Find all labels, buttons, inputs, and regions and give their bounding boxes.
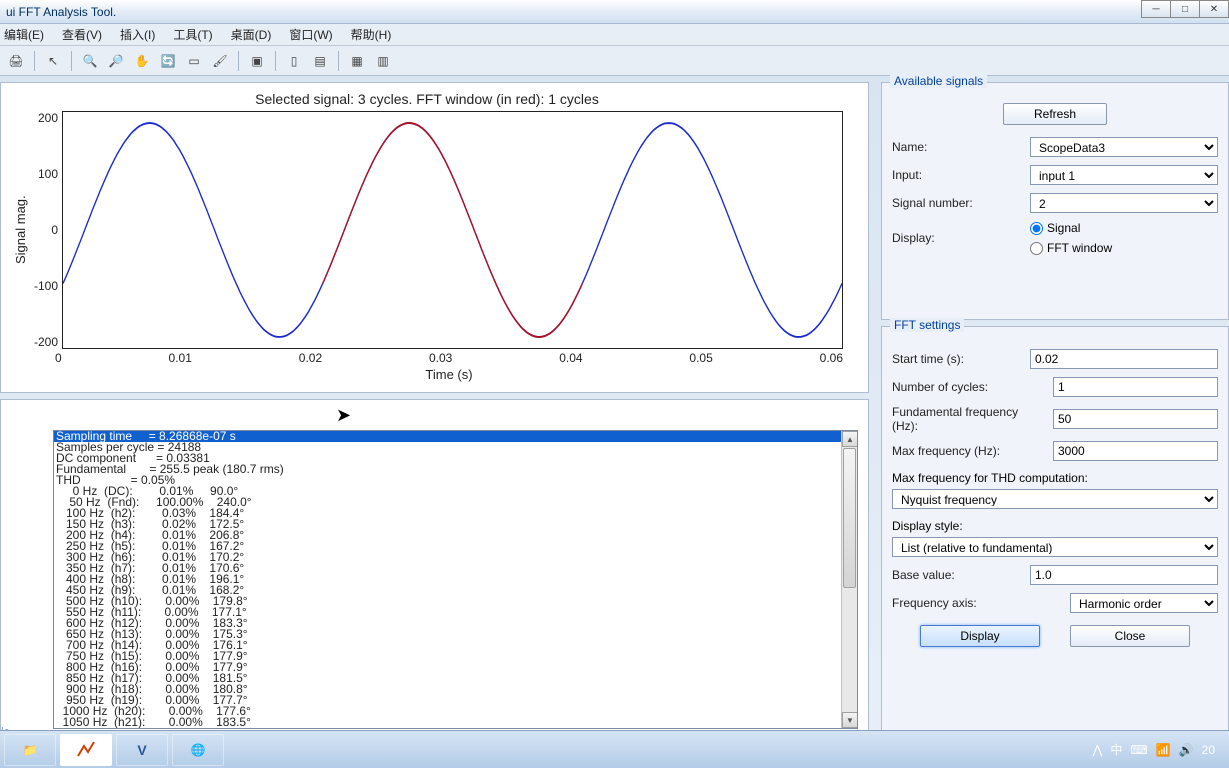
close-button[interactable]: ✕: [1199, 0, 1229, 18]
maxfreq-label: Max frequency (Hz):: [892, 444, 1045, 458]
plot-yticks: 2001000-100-200: [30, 111, 62, 349]
print-icon[interactable]: 🖨: [6, 51, 26, 71]
maxfreq-input[interactable]: [1053, 441, 1218, 461]
fft-result-list[interactable]: Sampling time = 8.26868e-07 s Samples pe…: [53, 430, 858, 729]
tray-volume-icon[interactable]: 🔊: [1179, 743, 1194, 757]
plot-xticks: 00.010.020.030.040.050.06: [55, 349, 843, 367]
tray-expand-icon[interactable]: ⋀: [1093, 743, 1103, 757]
ncycles-input[interactable]: [1053, 377, 1218, 397]
plot-title: Selected signal: 3 cycles. FFT window (i…: [11, 91, 843, 107]
toolbar: 🖨 ↖ 🔍 🔎 ✋ 🔄 ▭ 🖌 ▣ ▯ ▤ ▦ ▥: [0, 46, 1229, 76]
tray-clock[interactable]: 20: [1202, 743, 1215, 757]
style-label: Display style:: [892, 519, 963, 533]
titlebar: ui FFT Analysis Tool. ─ □ ✕: [0, 0, 1229, 24]
base-input[interactable]: [1030, 565, 1218, 585]
pointer-icon[interactable]: ↖: [43, 51, 63, 71]
list-scrollbar[interactable]: ▲ ▼: [841, 431, 857, 728]
scroll-down-icon[interactable]: ▼: [842, 712, 858, 728]
minimize-button[interactable]: ─: [1141, 0, 1171, 18]
taskbar-matlab-icon[interactable]: [60, 734, 112, 766]
start-input[interactable]: [1030, 349, 1218, 369]
link-icon[interactable]: ▣: [247, 51, 267, 71]
plot-area[interactable]: [62, 111, 843, 349]
plot-ylabel: Signal mag.: [11, 111, 30, 349]
ncycles-label: Number of cycles:: [892, 380, 1045, 394]
tray-lang-icon[interactable]: 中: [1110, 741, 1122, 758]
taskbar[interactable]: 📁 V 🌐 ⋀ 中 ⌨ 📶 🔊 20: [0, 730, 1229, 768]
menubar: 编辑(E) 查看(V) 插入(I) 工具(T) 桌面(D) 窗口(W) 帮助(H…: [0, 24, 1229, 46]
name-label: Name:: [892, 140, 1022, 154]
taskbar-ie-icon[interactable]: 🌐: [172, 734, 224, 766]
input-select[interactable]: input 1: [1030, 165, 1218, 185]
radio-fftwindow[interactable]: [1030, 242, 1043, 255]
taskbar-visio-icon[interactable]: V: [116, 734, 168, 766]
system-tray[interactable]: ⋀ 中 ⌨ 📶 🔊 20: [1093, 741, 1225, 758]
maxthd-select[interactable]: Nyquist frequency: [892, 489, 1218, 509]
tray-wifi-icon[interactable]: 📶: [1156, 743, 1171, 757]
legend-icon[interactable]: ▤: [310, 51, 330, 71]
colorbar-icon[interactable]: ▯: [284, 51, 304, 71]
display-button[interactable]: Display: [920, 625, 1040, 647]
menu-window[interactable]: 窗口(W): [289, 26, 332, 43]
fund-input[interactable]: [1053, 409, 1218, 429]
base-label: Base value:: [892, 568, 1022, 582]
menu-desktop[interactable]: 桌面(D): [231, 26, 272, 43]
plot-xlabel: Time (s): [55, 367, 843, 382]
scroll-thumb[interactable]: [843, 448, 856, 588]
freqaxis-label: Frequency axis:: [892, 596, 1062, 610]
layout-icon[interactable]: ▥: [373, 51, 393, 71]
menu-tools[interactable]: 工具(T): [173, 26, 212, 43]
freqaxis-select[interactable]: Harmonic order: [1070, 593, 1218, 613]
menu-help[interactable]: 帮助(H): [351, 26, 392, 43]
input-label: Input:: [892, 168, 1022, 182]
fft-settings-group: FFT settings Start time (s): Number of c…: [881, 326, 1229, 740]
display-label: Display:: [892, 231, 1022, 245]
close-panel-button[interactable]: Close: [1070, 625, 1190, 647]
signum-select[interactable]: 2: [1030, 193, 1218, 213]
radio-signal[interactable]: [1030, 222, 1043, 235]
available-legend: Available signals: [890, 74, 987, 88]
maximize-button[interactable]: □: [1170, 0, 1200, 18]
fund-label: Fundamental frequency (Hz):: [892, 405, 1045, 433]
zoom-out-icon[interactable]: 🔎: [106, 51, 126, 71]
menu-edit[interactable]: 编辑(E): [4, 26, 44, 43]
settings-legend: FFT settings: [890, 318, 964, 332]
refresh-button[interactable]: Refresh: [1003, 103, 1107, 125]
menu-insert[interactable]: 插入(I): [120, 26, 155, 43]
axes-icon[interactable]: ▦: [347, 51, 367, 71]
name-select[interactable]: ScopeData3: [1030, 137, 1218, 157]
signum-label: Signal number:: [892, 196, 1022, 210]
signal-plot-panel: Selected signal: 3 cycles. FFT window (i…: [0, 82, 869, 393]
taskbar-explorer-icon[interactable]: 📁: [4, 734, 56, 766]
zoom-in-icon[interactable]: 🔍: [80, 51, 100, 71]
rotate-icon[interactable]: 🔄: [158, 51, 178, 71]
menu-view[interactable]: 查看(V): [62, 26, 102, 43]
list-row[interactable]: 1050 Hz (h21): 0.00% 183.5°: [54, 717, 857, 728]
datatip-icon[interactable]: ▭: [184, 51, 204, 71]
available-signals-group: Available signals Refresh Name:ScopeData…: [881, 82, 1229, 320]
maxthd-label: Max frequency for THD computation:: [892, 471, 1088, 485]
start-label: Start time (s):: [892, 352, 1022, 366]
pan-icon[interactable]: ✋: [132, 51, 152, 71]
brush-icon[interactable]: 🖌: [210, 51, 230, 71]
window-title: ui FFT Analysis Tool.: [6, 5, 116, 19]
style-select[interactable]: List (relative to fundamental): [892, 537, 1218, 557]
fft-analysis-panel: sis Sampling time = 8.26868e-07 s Sample…: [0, 399, 869, 740]
scroll-up-icon[interactable]: ▲: [842, 431, 858, 447]
tray-ime-icon[interactable]: ⌨: [1130, 743, 1147, 757]
